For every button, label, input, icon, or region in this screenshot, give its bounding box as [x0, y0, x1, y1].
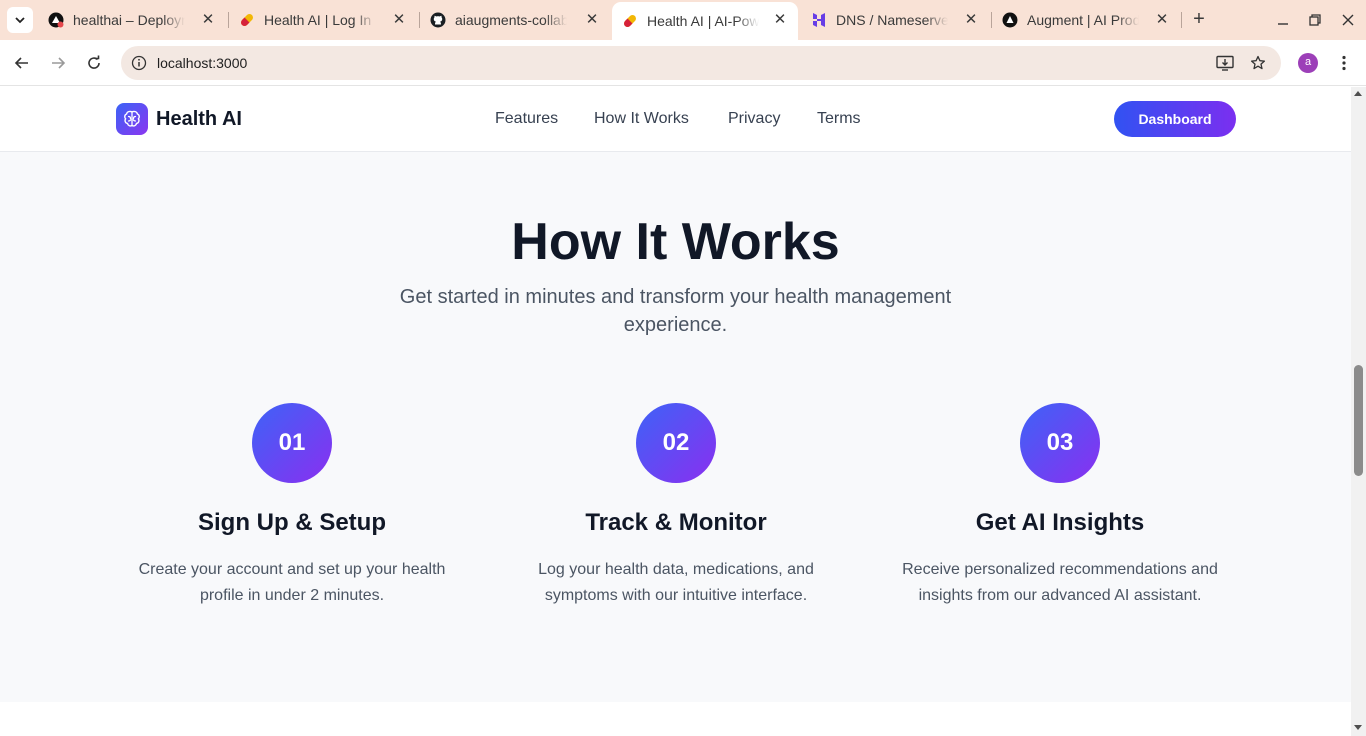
tab-title: aiaugments-collab [455, 12, 567, 28]
nav-features[interactable]: Features [495, 110, 558, 128]
step-title: Track & Monitor [585, 509, 767, 536]
step-description: Create your account and set up your heal… [138, 561, 446, 604]
close-window-button[interactable] [1338, 10, 1358, 30]
close-icon [1342, 14, 1354, 26]
tab-augment[interactable]: Augment | AI Product ✕ [992, 0, 1180, 40]
profile-avatar[interactable]: a [1298, 53, 1318, 73]
tab-title: Health AI | Log In [264, 12, 372, 28]
tab-vercel-deployments[interactable]: healthai – Deployments ✕ [38, 0, 226, 40]
pill-icon [239, 12, 255, 28]
minimize-button[interactable] [1273, 10, 1293, 30]
nav-privacy[interactable]: Privacy [728, 110, 780, 128]
section-subtitle: Get started in minutes and transform you… [399, 286, 952, 336]
step-title: Get AI Insights [975, 509, 1145, 536]
step-number-badge: 02 [636, 403, 716, 483]
restore-icon [1309, 14, 1321, 26]
scrollbar-thumb[interactable] [1354, 365, 1363, 476]
back-button[interactable] [10, 51, 34, 75]
close-icon[interactable]: ✕ [391, 12, 407, 28]
address-bar[interactable]: localhost:3000 [121, 46, 1281, 80]
browser-menu-button[interactable] [1334, 51, 1354, 75]
page-scrollbar[interactable] [1351, 87, 1366, 736]
nav-terms[interactable]: Terms [817, 110, 861, 128]
step-card: 01 Sign Up & Setup Create your account a… [112, 403, 472, 609]
pill-icon [622, 13, 638, 29]
augment-icon [1002, 12, 1018, 28]
step-card: 03 Get AI Insights Receive personalized … [880, 403, 1240, 609]
tab-title: Health AI | AI-Powered [647, 13, 759, 29]
next-section [0, 702, 1351, 736]
close-icon[interactable]: ✕ [1154, 12, 1170, 28]
url-text: localhost:3000 [157, 55, 248, 71]
page-viewport: Health AI Features How It Works Privacy … [0, 87, 1351, 736]
tab-search-button[interactable] [7, 7, 33, 33]
site-info-icon[interactable] [129, 53, 149, 73]
github-icon [430, 12, 446, 28]
tab-health-ai-active[interactable]: Health AI | AI-Powered ✕ [612, 2, 798, 40]
tab-strip: healthai – Deployments ✕ Health AI | Log… [0, 0, 1366, 40]
reload-button[interactable] [82, 51, 106, 75]
site-header: Health AI Features How It Works Privacy … [0, 87, 1351, 152]
chevron-down-icon [15, 17, 25, 24]
tab-dns-nameservers[interactable]: DNS / Nameservers ✕ [801, 0, 989, 40]
more-vertical-icon [1342, 55, 1346, 71]
forward-button[interactable] [46, 51, 70, 75]
tab-title: DNS / Nameservers [836, 12, 948, 28]
new-tab-button[interactable]: + [1187, 8, 1211, 32]
close-icon[interactable]: ✕ [584, 12, 600, 28]
dashboard-button[interactable]: Dashboard [1114, 101, 1236, 137]
brand-link[interactable]: Health AI [116, 103, 242, 135]
install-app-icon[interactable] [1214, 52, 1236, 74]
reload-icon [88, 55, 100, 69]
step-number-badge: 01 [252, 403, 332, 483]
step-description: Log your health data, medications, and s… [538, 561, 814, 604]
step-card: 02 Track & Monitor Log your health data,… [496, 403, 856, 609]
close-icon[interactable]: ✕ [200, 12, 216, 28]
browser-toolbar: localhost:3000 [0, 40, 1366, 86]
close-icon[interactable]: ✕ [772, 12, 788, 28]
tab-health-ai-login[interactable]: Health AI | Log In ✕ [229, 0, 417, 40]
step-title: Sign Up & Setup [198, 509, 386, 536]
close-icon[interactable]: ✕ [963, 12, 979, 28]
bookmark-star-icon[interactable] [1247, 52, 1269, 74]
tab-title: healthai – Deployments [73, 12, 185, 28]
step-description: Receive personalized recommendations and… [902, 561, 1218, 604]
scroll-up-arrow-icon[interactable] [1354, 91, 1362, 96]
arrow-left-icon [14, 57, 28, 69]
nav-how-it-works[interactable]: How It Works [594, 110, 689, 128]
brain-icon [116, 103, 148, 135]
scroll-down-arrow-icon[interactable] [1354, 725, 1362, 730]
tab-title: Augment | AI Product [1027, 12, 1139, 28]
restore-button[interactable] [1305, 10, 1325, 30]
brand-name: Health AI [156, 107, 242, 130]
hostinger-icon [811, 12, 827, 28]
arrow-right-icon [52, 57, 66, 69]
minimize-icon [1278, 23, 1288, 25]
tab-github-repo[interactable]: aiaugments-collab ✕ [420, 0, 610, 40]
step-number-badge: 03 [1020, 403, 1100, 483]
vercel-icon [48, 12, 64, 28]
section-title: How It Works [511, 213, 840, 271]
tab-separator [1181, 12, 1182, 28]
